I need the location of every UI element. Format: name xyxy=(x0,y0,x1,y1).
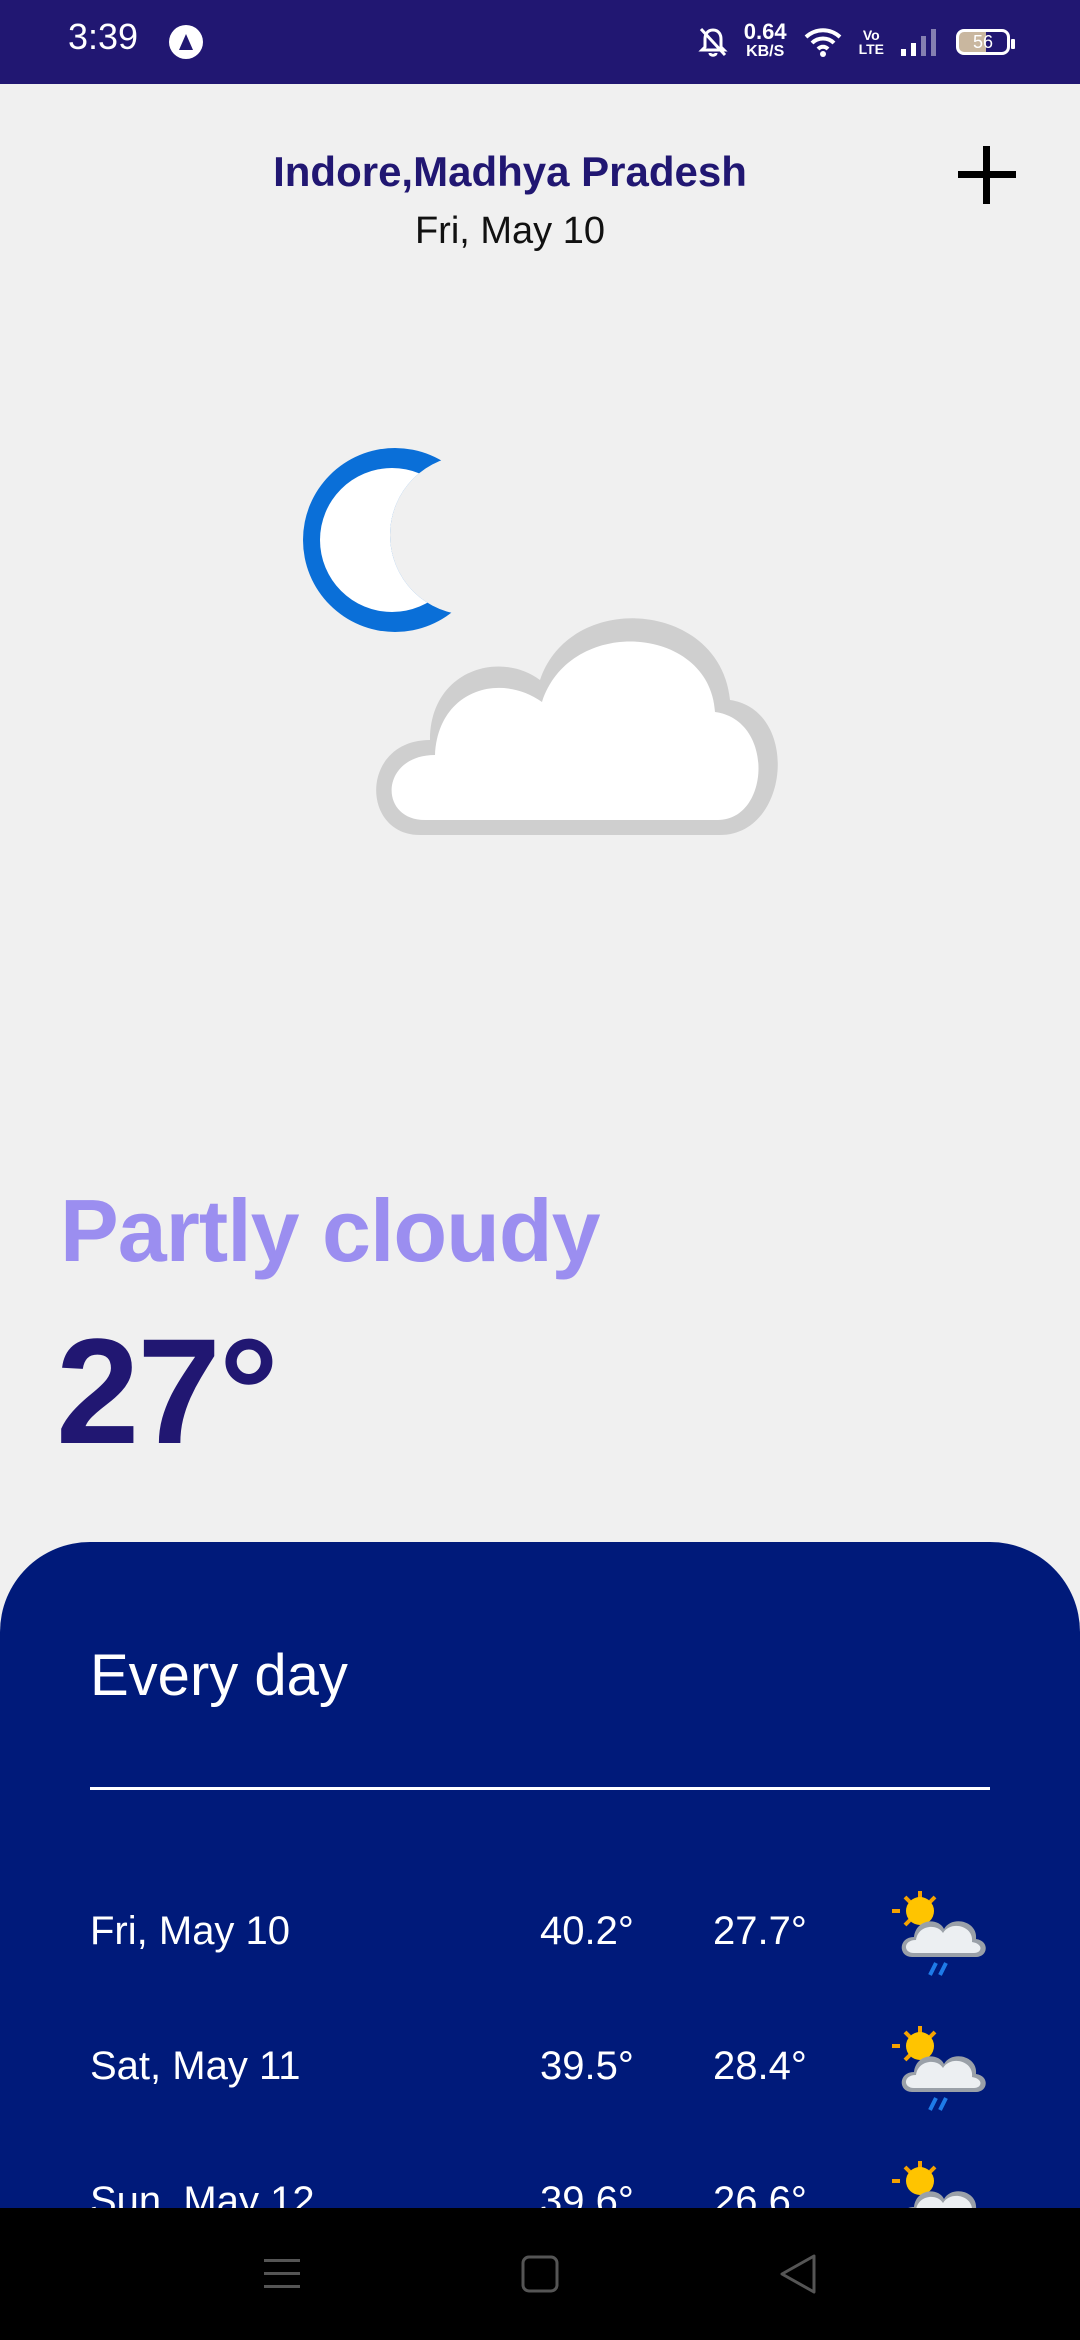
volte-top: Vo xyxy=(862,27,880,43)
forecast-date: Sat, May 11 xyxy=(90,2044,301,2088)
forecast-low: 27.7° xyxy=(713,1909,807,1953)
forecast-divider xyxy=(90,1787,990,1790)
network-speed: 0.64 KB/S xyxy=(743,19,787,62)
forecast-title: Every day xyxy=(90,1643,348,1708)
back-icon[interactable] xyxy=(776,2252,820,2296)
network-speed-unit: KB/S xyxy=(746,43,785,60)
battery-level: 56 xyxy=(972,31,994,52)
network-speed-value: 0.64 xyxy=(743,19,787,44)
forecast-low: 28.4° xyxy=(713,2044,807,2088)
menu-icon[interactable] xyxy=(262,2256,302,2292)
forecast-row[interactable]: Fri, May 10 40.2° 27.7° xyxy=(90,1887,990,1987)
location-title: Indore,Madhya Pradesh xyxy=(273,148,747,195)
signal-icon xyxy=(901,29,936,56)
sun-cloud-rain-icon xyxy=(892,1891,986,1976)
status-time: 3:39 xyxy=(68,16,139,57)
mute-bell-icon xyxy=(698,27,728,57)
app-notification-icon xyxy=(169,25,203,59)
home-icon[interactable] xyxy=(520,2254,560,2294)
plus-icon[interactable] xyxy=(952,140,1022,210)
forecast-high: 40.2° xyxy=(540,1909,634,1953)
volte-bottom: LTE xyxy=(858,41,884,57)
volte-indicator: Vo LTE xyxy=(859,28,884,56)
battery-icon: 56 xyxy=(956,29,1015,55)
forecast-high: 39.5° xyxy=(540,2044,634,2088)
forecast-panel: Every day Fri, May 10 40.2° 27.7° Sat, M… xyxy=(0,1542,1080,2222)
weather-condition: Partly cloudy xyxy=(60,1181,601,1280)
wifi-icon xyxy=(804,28,841,57)
moon-cloud-icon xyxy=(303,448,778,835)
current-date: Fri, May 10 xyxy=(414,210,606,252)
forecast-date: Fri, May 10 xyxy=(90,1909,291,1953)
sun-cloud-rain-icon xyxy=(892,2026,986,2111)
forecast-row[interactable]: Sat, May 11 39.5° 28.4° xyxy=(90,2022,990,2122)
navigation-bar xyxy=(0,2208,1080,2340)
status-bar: 3:39 0.64 KB/S Vo LTE 56 xyxy=(0,0,1080,84)
current-temperature: 27° xyxy=(56,1307,279,1475)
